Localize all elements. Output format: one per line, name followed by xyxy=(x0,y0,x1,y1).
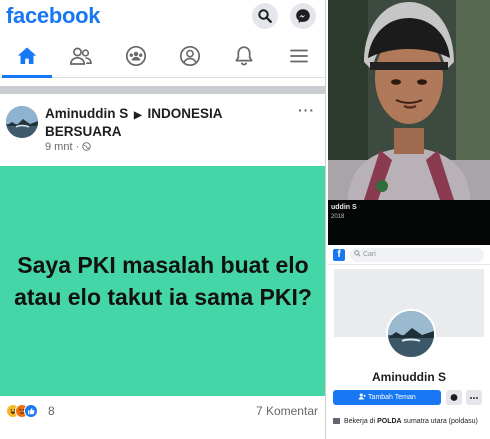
menu-icon xyxy=(289,49,308,62)
profile-landscape-image xyxy=(388,311,434,357)
home-icon xyxy=(17,47,37,64)
messenger-icon xyxy=(296,9,310,23)
mobile-profile-screenshot: f Cari Aminuddin S Tambah Teman Bekerja … xyxy=(328,245,490,439)
post-author-line: Aminuddin S ▶ INDONESIA BERSUARA xyxy=(45,106,285,140)
facebook-header: facebook xyxy=(0,0,325,34)
facebook-logo[interactable]: facebook xyxy=(6,3,100,29)
share-arrow-icon: ▶ xyxy=(134,110,142,121)
author-avatar[interactable] xyxy=(6,106,38,138)
reaction-icons[interactable] xyxy=(6,404,46,418)
author-name[interactable]: Aminuddin S xyxy=(45,106,128,121)
groups-icon xyxy=(125,45,146,66)
search-icon xyxy=(258,9,272,23)
post-more-button[interactable]: ··· xyxy=(298,102,315,118)
selfie-photo: uddin S 2018 xyxy=(328,0,490,245)
globe-icon xyxy=(82,142,92,151)
friends-icon xyxy=(70,47,93,65)
facebook-post-screenshot: facebook Aminuddin S ▶ INDONESIA BERSUAR… xyxy=(0,0,326,439)
bell-icon xyxy=(236,45,253,65)
add-friend-label: Tambah Teman xyxy=(368,394,416,401)
tab-home[interactable] xyxy=(0,34,54,78)
search-button[interactable] xyxy=(252,3,278,29)
tab-menu[interactable] xyxy=(272,34,325,77)
search-placeholder: Cari xyxy=(362,251,376,258)
post-text-background: Saya PKI masalah buat elo atau elo takut… xyxy=(0,166,325,396)
post-text: Saya PKI masalah buat elo atau elo takut… xyxy=(14,252,312,310)
tab-profile[interactable] xyxy=(163,34,217,77)
work-rest: sumatra utara (poldasu) xyxy=(403,418,478,425)
tab-friends[interactable] xyxy=(54,34,108,77)
more-icon xyxy=(470,397,478,399)
like-reaction-icon xyxy=(24,404,38,418)
messenger-icon xyxy=(450,394,458,401)
comment-count[interactable]: 7 Komentar xyxy=(256,404,318,418)
mobile-search-input[interactable]: Cari xyxy=(350,248,484,262)
more-button[interactable] xyxy=(466,390,482,405)
facebook-nav-bar xyxy=(0,34,325,78)
profile-picture[interactable] xyxy=(386,309,436,359)
facebook-f-icon[interactable]: f xyxy=(333,249,345,261)
post-timestamp[interactable]: 9 mnt · xyxy=(45,141,92,153)
profile-name: Aminuddin S xyxy=(372,370,446,384)
tab-groups[interactable] xyxy=(109,34,163,77)
add-friend-button[interactable]: Tambah Teman xyxy=(333,390,441,405)
photo-caption-year: 2018 xyxy=(331,214,345,220)
add-friend-icon xyxy=(358,393,366,400)
profile-work-info: Bekerja di POLDA sumatra utara (poldasu) xyxy=(333,417,487,426)
messenger-button[interactable] xyxy=(290,3,316,29)
feed-divider xyxy=(0,86,325,94)
post-footer: 8 7 Komentar xyxy=(0,398,325,428)
work-place[interactable]: POLDA xyxy=(377,418,402,425)
mobile-top-bar: f Cari xyxy=(328,245,490,265)
tab-notifications[interactable] xyxy=(217,34,271,77)
post-time: 9 mnt · xyxy=(45,141,80,153)
work-prefix: Bekerja di xyxy=(344,418,376,425)
post-header: Aminuddin S ▶ INDONESIA BERSUARA 9 mnt ·… xyxy=(0,100,325,164)
person-with-helmet-image xyxy=(328,0,490,200)
profile-icon xyxy=(180,45,201,66)
briefcase-icon xyxy=(333,418,340,425)
reaction-count[interactable]: 8 xyxy=(48,404,55,418)
search-icon xyxy=(354,250,361,257)
avatar-landscape-image xyxy=(6,106,38,138)
photo-caption-name: uddin S xyxy=(331,204,357,211)
message-button[interactable] xyxy=(446,390,462,405)
